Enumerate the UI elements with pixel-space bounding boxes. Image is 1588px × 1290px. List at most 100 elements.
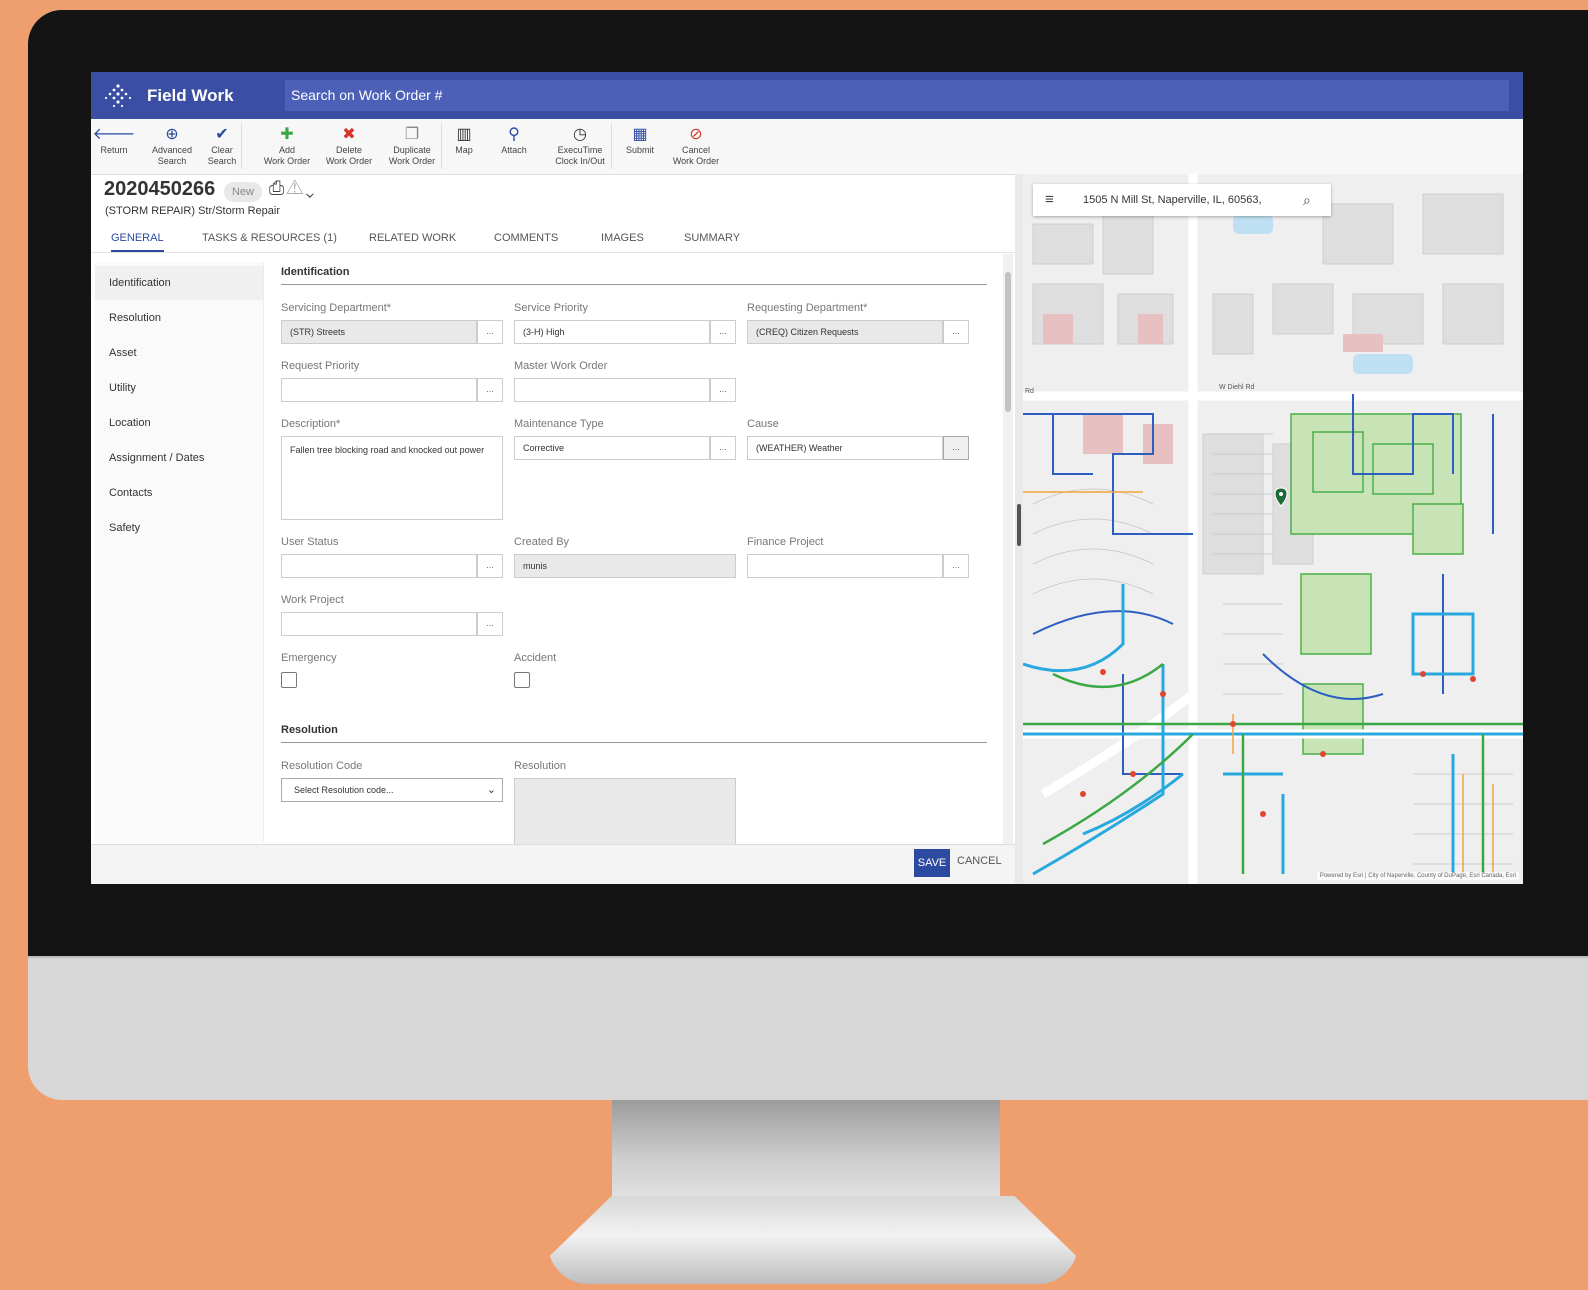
- x-icon: ✖: [342, 126, 356, 143]
- description-textarea[interactable]: Fallen tree blocking road and knocked ou…: [281, 436, 503, 520]
- cause-field[interactable]: (WEATHER) Weather: [747, 436, 943, 460]
- master-work-order-field[interactable]: [514, 378, 710, 402]
- header-actions: ⎙⚠⌄: [269, 178, 316, 200]
- tab-summary[interactable]: SUMMARY: [684, 230, 740, 250]
- copy-icon: ❐: [404, 126, 420, 143]
- work-project-lookup-button[interactable]: ...: [477, 612, 503, 636]
- servicing-department-lookup-button[interactable]: ...: [477, 320, 503, 344]
- maintenance-type-field[interactable]: Corrective: [514, 436, 710, 460]
- app-screen: Field Work Search on Work Order # 🡐 Retur…: [91, 72, 1523, 884]
- chevron-down-icon: ⌄: [486, 784, 496, 796]
- duplicate-button[interactable]: ❐ Duplicate Work Order: [381, 119, 443, 174]
- nav-assignment-dates[interactable]: Assignment / Dates: [95, 441, 263, 475]
- cause-label: Cause: [747, 418, 779, 430]
- add-button[interactable]: ✚ Add Work Order: [257, 119, 317, 174]
- tab-general[interactable]: GENERAL: [111, 230, 164, 252]
- field-work-logo-icon: [104, 84, 132, 108]
- monitor-stand-base: [548, 1196, 1078, 1284]
- hamburger-menu-icon[interactable]: ≡: [1045, 184, 1054, 216]
- servicing-department-field[interactable]: (STR) Streets: [281, 320, 477, 344]
- submit-button[interactable]: ▦ Submit: [617, 119, 663, 174]
- user-status-lookup-button[interactable]: ...: [477, 554, 503, 578]
- nav-safety[interactable]: Safety: [95, 511, 263, 545]
- clear-button[interactable]: ✔ Clear Search: [199, 119, 245, 174]
- attach-button[interactable]: ⚲ Attach: [491, 119, 537, 174]
- resolution-code-select[interactable]: Select Resolution code... ⌄: [281, 778, 503, 802]
- section-title-identification: Identification: [281, 266, 350, 278]
- toolbar-separator: [441, 123, 442, 169]
- tab-images[interactable]: IMAGES: [601, 230, 644, 250]
- app-title: Field Work: [147, 86, 234, 105]
- finance-project-field[interactable]: [747, 554, 943, 578]
- toolbar-button-label: Map: [455, 145, 473, 155]
- cancel-button[interactable]: ⊘ Cancel Work Order: [665, 119, 727, 174]
- toolbar-button-label: Delete Work Order: [325, 145, 373, 166]
- work-order-subtitle: (STORM REPAIR) Str/Storm Repair: [105, 205, 281, 217]
- toolbar-separator: [241, 123, 242, 169]
- advanced-button[interactable]: ⊕ Advanced Search: [145, 119, 199, 174]
- maintenance-type-label: Maintenance Type: [514, 418, 604, 430]
- toolbar-button-label: ExecuTime Clock In/Out: [555, 145, 605, 166]
- toolbar-button-label: Duplicate Work Order: [388, 145, 436, 166]
- resolution-code-label: Resolution Code: [281, 760, 363, 772]
- nav-identification[interactable]: Identification: [95, 266, 263, 300]
- request-priority-field[interactable]: [281, 378, 477, 402]
- return-button[interactable]: 🡐 Return: [91, 119, 137, 174]
- accident-label: Accident: [514, 652, 557, 664]
- maintenance-type-lookup-button[interactable]: ...: [710, 436, 736, 460]
- chevron-down-icon[interactable]: ⌄: [305, 178, 316, 199]
- save-button[interactable]: SAVE: [914, 849, 950, 877]
- toolbar-button-label: Return: [100, 145, 128, 155]
- cause-lookup-button[interactable]: ...: [943, 436, 969, 460]
- toolbar-button-label: Advanced Search: [151, 145, 193, 166]
- search-icon[interactable]: ⌕: [1303, 184, 1311, 216]
- tab-comments[interactable]: COMMENTS: [494, 230, 558, 250]
- cancel-button[interactable]: CANCEL: [957, 855, 1002, 867]
- warning-icon[interactable]: ⚠: [286, 178, 305, 199]
- nav-contacts[interactable]: Contacts: [95, 476, 263, 510]
- request-priority-lookup-button[interactable]: ...: [477, 378, 503, 402]
- service-priority-lookup-button[interactable]: ...: [710, 320, 736, 344]
- tab-related-work[interactable]: RELATED WORK: [369, 230, 456, 250]
- finance-project-label: Finance Project: [747, 536, 824, 548]
- form-footer: SAVE CANCEL: [91, 844, 1021, 884]
- map-address-input[interactable]: 1505 N Mill St, Naperville, IL, 60563,: [1083, 184, 1262, 216]
- requesting-department-field[interactable]: (CREQ) Citizen Requests: [747, 320, 943, 344]
- tab-tasks-resources[interactable]: TASKS & RESOURCES (1): [202, 230, 337, 250]
- map-icon: ▥: [456, 126, 472, 143]
- street-label: Rd: [1025, 388, 1034, 395]
- toolbar-button-label: Clear Search: [207, 145, 237, 166]
- nav-asset[interactable]: Asset: [95, 336, 263, 370]
- resolution-textarea[interactable]: [514, 778, 736, 844]
- nav-utility[interactable]: Utility: [95, 371, 263, 405]
- form-scrollbar-thumb[interactable]: [1005, 272, 1011, 412]
- work-project-field[interactable]: [281, 612, 477, 636]
- user-status-field[interactable]: [281, 554, 477, 578]
- plus-icon: ✚: [280, 126, 294, 143]
- requesting-department-lookup-button[interactable]: ...: [943, 320, 969, 344]
- finance-project-lookup-button[interactable]: ...: [943, 554, 969, 578]
- nav-location[interactable]: Location: [95, 406, 263, 440]
- map-address-search[interactable]: ≡ 1505 N Mill St, Naperville, IL, 60563,…: [1033, 184, 1331, 216]
- description-label: Description*: [281, 418, 341, 430]
- map-view[interactable]: W Diehl Rd Rd ≡ 1505 N Mill St, Napervil…: [1023, 174, 1523, 884]
- accident-checkbox[interactable]: [514, 672, 530, 688]
- delete-button[interactable]: ✖ Delete Work Order: [319, 119, 379, 174]
- map-canvas[interactable]: [1023, 174, 1523, 884]
- map-attribution: Powered by Esri | City of Naperville, Co…: [1316, 872, 1519, 880]
- map-button[interactable]: ▥ Map: [447, 119, 481, 174]
- emergency-checkbox[interactable]: [281, 672, 297, 688]
- section-divider: [281, 742, 987, 743]
- toolbar-button-label: Cancel Work Order: [672, 145, 720, 166]
- emergency-label: Emergency: [281, 652, 337, 664]
- master-work-order-lookup-button[interactable]: ...: [710, 378, 736, 402]
- nav-resolution[interactable]: Resolution: [95, 301, 263, 335]
- toolbar: 🡐 Return ⊕ Advanced Search ✔ Clear Search ✚ Add…: [91, 119, 1523, 175]
- executime-button[interactable]: ◷ ExecuTime Clock In/Out: [547, 119, 613, 174]
- work-order-search-input[interactable]: Search on Work Order #: [285, 80, 1509, 111]
- print-icon[interactable]: ⎙: [269, 178, 286, 199]
- servicing-department-label: Servicing Department*: [281, 302, 392, 314]
- service-priority-field[interactable]: (3-H) High: [514, 320, 710, 344]
- work-order-number: 2020450266: [104, 178, 216, 200]
- splitter-handle[interactable]: [1017, 504, 1021, 546]
